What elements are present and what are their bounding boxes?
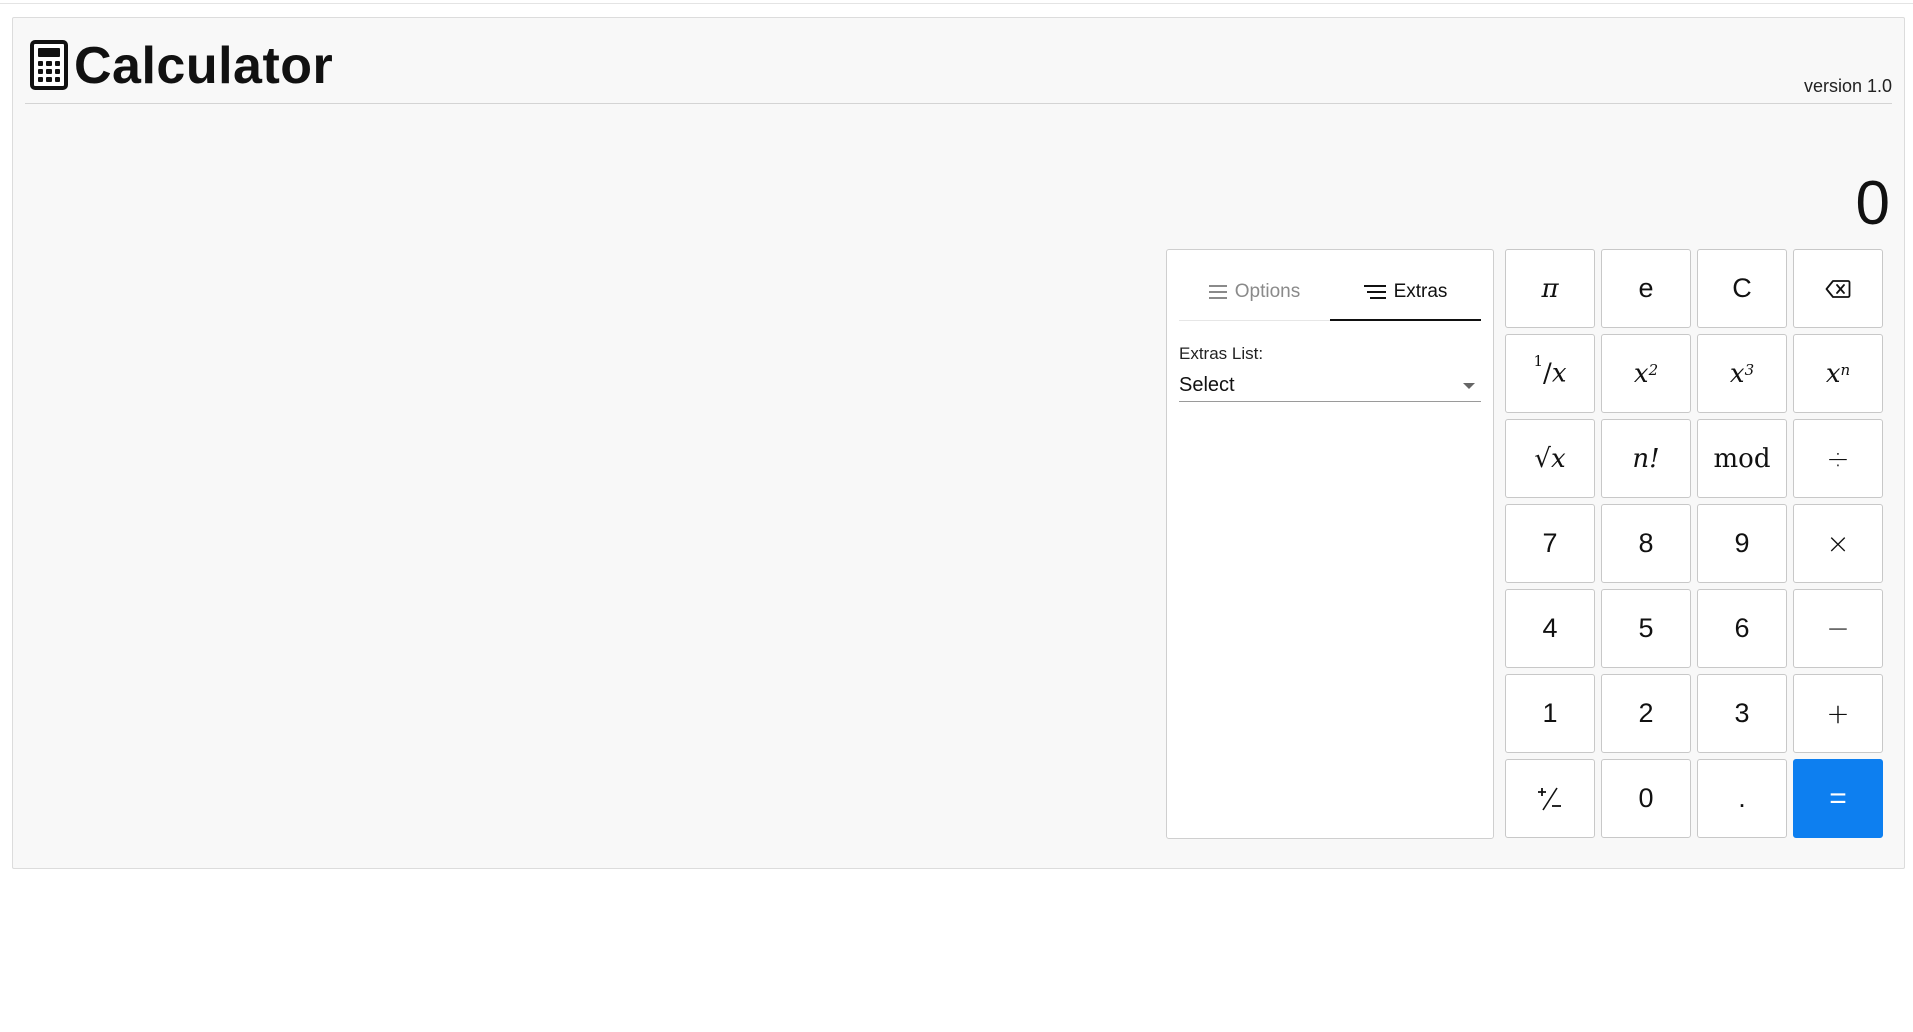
chevron-down-icon: [1463, 383, 1475, 389]
sqrt-button[interactable]: √x: [1505, 419, 1595, 498]
backspace-button[interactable]: [1793, 249, 1883, 328]
plus-button[interactable]: +: [1793, 674, 1883, 753]
header-divider: [25, 103, 1892, 104]
equals-button[interactable]: =: [1793, 759, 1883, 838]
extras-select[interactable]: Select: [1179, 368, 1481, 402]
tab-options-label: Options: [1234, 281, 1301, 302]
two-button[interactable]: 2: [1601, 674, 1691, 753]
reciprocal-button[interactable]: 1/x: [1505, 334, 1595, 413]
clear-button[interactable]: C: [1697, 249, 1787, 328]
extras-select-value: Select: [1179, 374, 1235, 396]
nine-button[interactable]: 9: [1697, 504, 1787, 583]
side-panel: Options Extras Extras List: Select: [1166, 249, 1494, 839]
keypad: π e C 1/x x2 x3 xn √x n! mod ÷ 7 8 9 × 4…: [1505, 249, 1883, 839]
negate-button[interactable]: [1505, 759, 1595, 838]
menu-icon: [1208, 285, 1227, 299]
top-divider: [0, 3, 1913, 4]
three-button[interactable]: 3: [1697, 674, 1787, 753]
power-button[interactable]: xn: [1793, 334, 1883, 413]
plus-minus-icon: [1538, 787, 1561, 810]
menu-staggered-icon: [1363, 285, 1386, 299]
tab-options[interactable]: Options: [1179, 264, 1330, 320]
minus-button[interactable]: −: [1793, 589, 1883, 668]
decimal-button[interactable]: .: [1697, 759, 1787, 838]
cube-button[interactable]: x3: [1697, 334, 1787, 413]
e-button[interactable]: e: [1601, 249, 1691, 328]
zero-button[interactable]: 0: [1601, 759, 1691, 838]
mod-button[interactable]: mod: [1697, 419, 1787, 498]
six-button[interactable]: 6: [1697, 589, 1787, 668]
result-display: 0: [1855, 169, 1890, 238]
divide-button[interactable]: ÷: [1793, 419, 1883, 498]
factorial-button[interactable]: n!: [1601, 419, 1691, 498]
version-label: version 1.0: [1803, 76, 1892, 96]
extras-list-label: Extras List:: [1179, 344, 1264, 363]
seven-button[interactable]: 7: [1505, 504, 1595, 583]
tab-extras-label: Extras: [1393, 281, 1448, 302]
app-title: Calculator: [74, 37, 334, 95]
one-button[interactable]: 1: [1505, 674, 1595, 753]
five-button[interactable]: 5: [1601, 589, 1691, 668]
backspace-icon: [1825, 279, 1851, 298]
tab-extras[interactable]: Extras: [1330, 264, 1481, 321]
eight-button[interactable]: 8: [1601, 504, 1691, 583]
calculator-icon: [30, 40, 68, 90]
panel-tabs: Options Extras: [1179, 264, 1481, 321]
square-button[interactable]: x2: [1601, 334, 1691, 413]
four-button[interactable]: 4: [1505, 589, 1595, 668]
header: Calculator version 1.0: [13, 18, 1904, 104]
pi-button[interactable]: π: [1505, 249, 1595, 328]
multiply-button[interactable]: ×: [1793, 504, 1883, 583]
